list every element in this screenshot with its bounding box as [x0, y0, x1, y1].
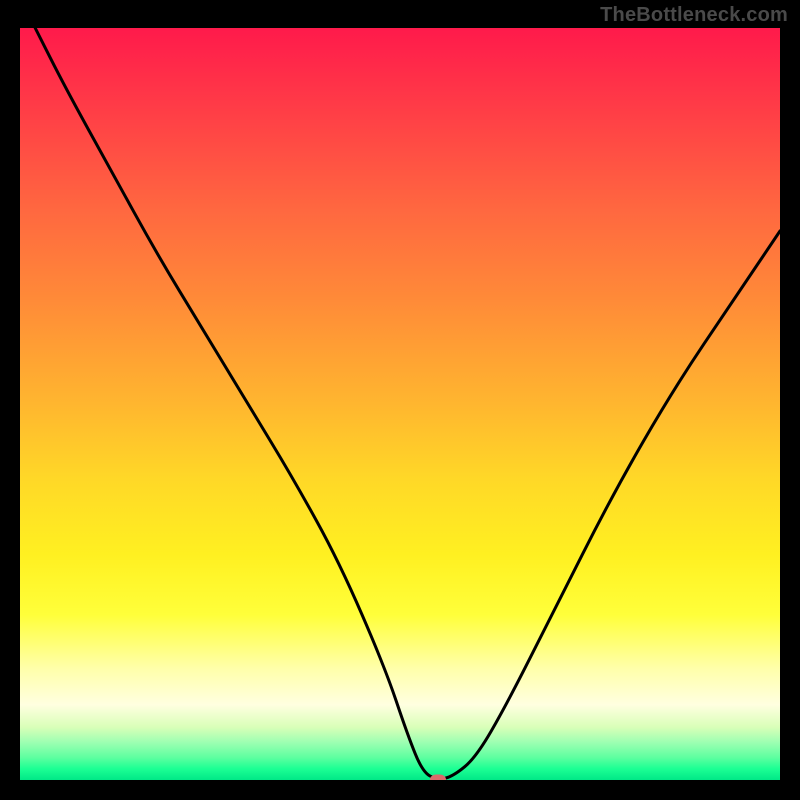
watermark-text: TheBottleneck.com — [600, 4, 788, 27]
plot-outer — [20, 28, 780, 780]
chart-frame: TheBottleneck.com — [0, 0, 800, 800]
plot-area — [20, 28, 780, 780]
bottleneck-curve — [20, 28, 780, 780]
optimal-point-marker — [430, 775, 446, 781]
